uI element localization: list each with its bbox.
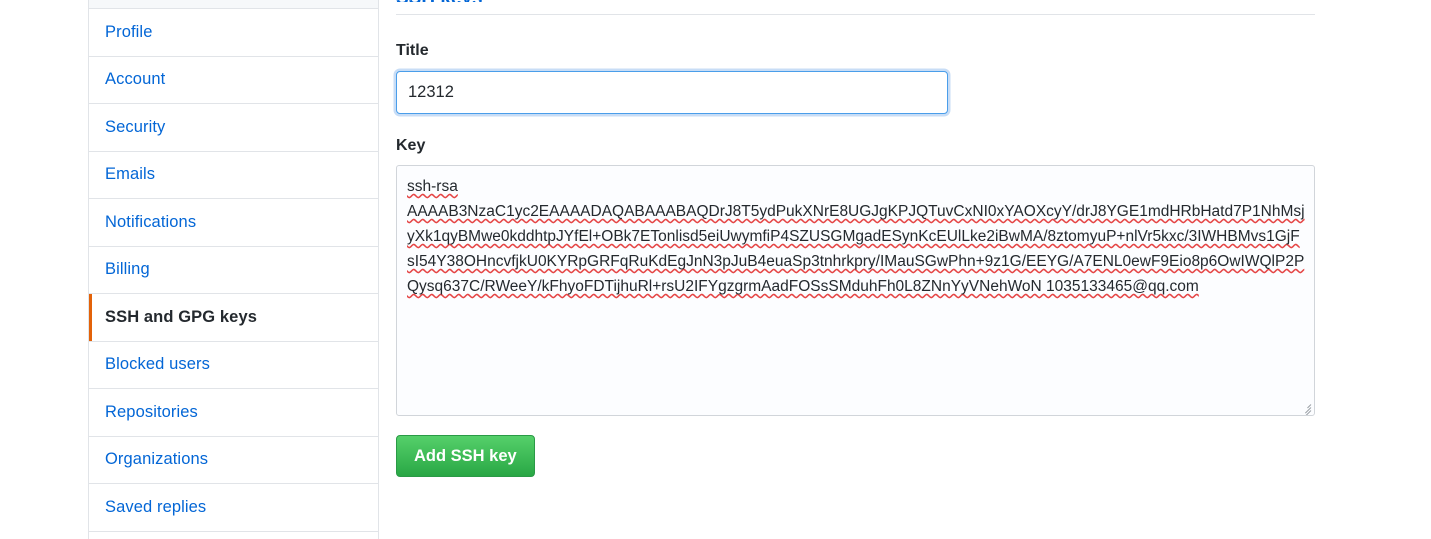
sidebar-item-profile[interactable]: Profile (89, 9, 378, 57)
sidebar-item-saved-replies[interactable]: Saved replies (89, 484, 378, 532)
sidebar-item-notifications[interactable]: Notifications (89, 199, 378, 247)
sidebar-item-repositories[interactable]: Repositories (89, 389, 378, 437)
sidebar-item-emails[interactable]: Emails (89, 151, 378, 199)
sidebar-item-security[interactable]: Security (89, 104, 378, 152)
resize-handle-icon[interactable] (1298, 399, 1312, 415)
sidebar-item-label: Account (105, 70, 166, 89)
sidebar-item-label: Repositories (105, 402, 198, 421)
sidebar-item-ssh-and-gpg-keys[interactable]: SSH and GPG keys (89, 294, 378, 342)
key-textarea[interactable]: ssh-rsa AAAAB3NzaC1yc2EAAAADAQABAAABAQDr… (396, 165, 1315, 416)
sidebar-item-label: Billing (105, 260, 150, 279)
sidebar-item-organizations[interactable]: Organizations (89, 436, 378, 484)
key-textarea-value: ssh-rsa AAAAB3NzaC1yc2EAAAADAQABAAABAQDr… (407, 178, 1305, 295)
sidebar-header-strip (89, 0, 378, 9)
sidebar-item-label: Security (105, 117, 166, 136)
sidebar-item-label: Profile (105, 22, 153, 41)
sidebar-item-label: Emails (105, 165, 156, 184)
title-input[interactable] (396, 71, 948, 114)
add-ssh-key-button[interactable]: Add SSH key (396, 435, 535, 477)
sidebar-item-label: Notifications (105, 212, 197, 231)
section-divider (396, 14, 1315, 15)
sidebar-item-label: Blocked users (105, 355, 210, 374)
settings-page: Profile Account Security Emails Notifica… (0, 0, 1431, 539)
sidebar-item-label: Organizations (105, 450, 209, 469)
settings-sidebar: Profile Account Security Emails Notifica… (88, 0, 379, 539)
sidebar-item-label: Saved replies (105, 497, 207, 516)
sidebar-item-account[interactable]: Account (89, 56, 378, 104)
sidebar-item-billing[interactable]: Billing (89, 246, 378, 294)
sidebar-item-label: SSH and GPG keys (105, 307, 257, 326)
title-field-label: Title (396, 42, 429, 59)
add-ssh-key-form: SSH keys Title Key ssh-rsa AAAAB3NzaC1yc… (396, 0, 1431, 539)
sidebar-item-blocked-users[interactable]: Blocked users (89, 341, 378, 389)
key-field-label: Key (396, 137, 426, 154)
page-title: SSH keys (396, 0, 483, 2)
